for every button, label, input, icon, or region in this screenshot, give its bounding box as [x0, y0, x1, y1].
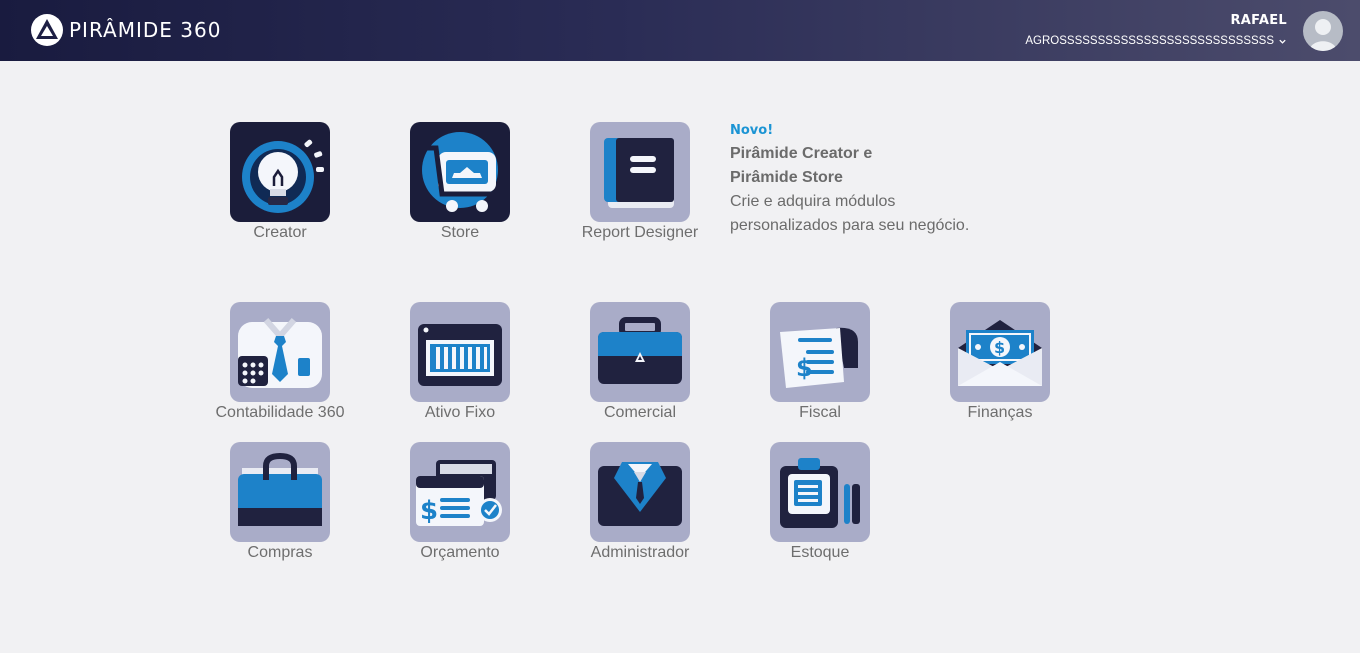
promo-title-line: Pirâmide Creator e [730, 145, 873, 162]
module-contabilidade[interactable]: Contabilidade 360 [210, 302, 350, 422]
module-report-designer[interactable]: Report Designer [570, 122, 710, 242]
module-label: Administrador [590, 544, 690, 561]
promo-banner: Novo! Pirâmide Creator e Pirâmide Store … [730, 123, 990, 238]
module-creator[interactable]: Creator [210, 122, 350, 242]
user-name: RAFAEL [1230, 13, 1287, 28]
module-label: Orçamento [420, 544, 500, 561]
briefcase-icon [590, 302, 690, 402]
module-label: Compras [247, 544, 313, 561]
promo-description: Crie e adquira módulos personalizados pa… [730, 190, 990, 238]
module-label: Contabilidade 360 [215, 404, 345, 421]
budget-icon: $ [410, 442, 510, 542]
chevron-down-icon [1279, 39, 1286, 44]
top-bar: PIRÂMIDE 360 RAFAEL AGROSSSSSSSSSSSSSSSS… [0, 0, 1360, 61]
module-label: Report Designer [581, 224, 699, 241]
module-label: Fiscal [799, 404, 841, 421]
module-comercial[interactable]: Comercial [570, 302, 710, 422]
module-fiscal[interactable]: $ Fiscal [750, 302, 890, 422]
user-menu[interactable]: RAFAEL AGROSSSSSSSSSSSSSSSSSSSSSSSSSSSS [1025, 13, 1287, 47]
company-name: AGROSSSSSSSSSSSSSSSSSSSSSSSSSSSS [1025, 35, 1274, 47]
svg-text:$: $ [994, 338, 1005, 357]
user-avatar-icon[interactable] [1303, 11, 1343, 51]
admin-suit-icon [590, 442, 690, 542]
promo-badge: Novo! [730, 123, 774, 138]
module-label: Ativo Fixo [424, 404, 496, 421]
module-label: Estoque [790, 544, 850, 561]
fiscal-document-icon: $ [770, 302, 870, 402]
promo-description-line: personalizados para seu negócio. [730, 217, 970, 234]
promo-title-line: Pirâmide Store [730, 169, 843, 186]
module-ativo-fixo[interactable]: Ativo Fixo [390, 302, 530, 422]
module-label: Creator [253, 224, 307, 241]
module-estoque[interactable]: Estoque [750, 442, 890, 562]
module-administrador[interactable]: Administrador [570, 442, 710, 562]
module-compras[interactable]: Compras [210, 442, 350, 562]
company-selector[interactable]: AGROSSSSSSSSSSSSSSSSSSSSSSSSSSSS [1025, 35, 1287, 47]
money-envelope-icon: $ [950, 302, 1050, 402]
brand-logo[interactable]: PIRÂMIDE 360 [30, 13, 221, 47]
promo-title: Pirâmide Creator e Pirâmide Store [730, 142, 990, 190]
accountant-icon [230, 302, 330, 402]
module-label: Store [440, 224, 480, 241]
shopping-bag-icon [230, 442, 330, 542]
shopping-cart-icon [410, 122, 510, 222]
module-store[interactable]: Store [390, 122, 530, 242]
clipboard-inventory-icon [770, 442, 870, 542]
book-icon [590, 122, 690, 222]
lightbulb-icon [230, 122, 330, 222]
svg-text:$: $ [420, 496, 438, 526]
svg-text:$: $ [796, 354, 813, 382]
module-financas[interactable]: $ Finanças [930, 302, 1070, 422]
fixed-asset-icon [410, 302, 510, 402]
module-label: Finanças [967, 404, 1033, 421]
promo-description-line: Crie e adquira módulos [730, 193, 896, 210]
module-label: Comercial [603, 404, 676, 421]
brand-name: PIRÂMIDE 360 [69, 18, 222, 42]
pyramid-logo-icon [31, 14, 63, 46]
module-orcamento[interactable]: $ Orçamento [390, 442, 530, 562]
